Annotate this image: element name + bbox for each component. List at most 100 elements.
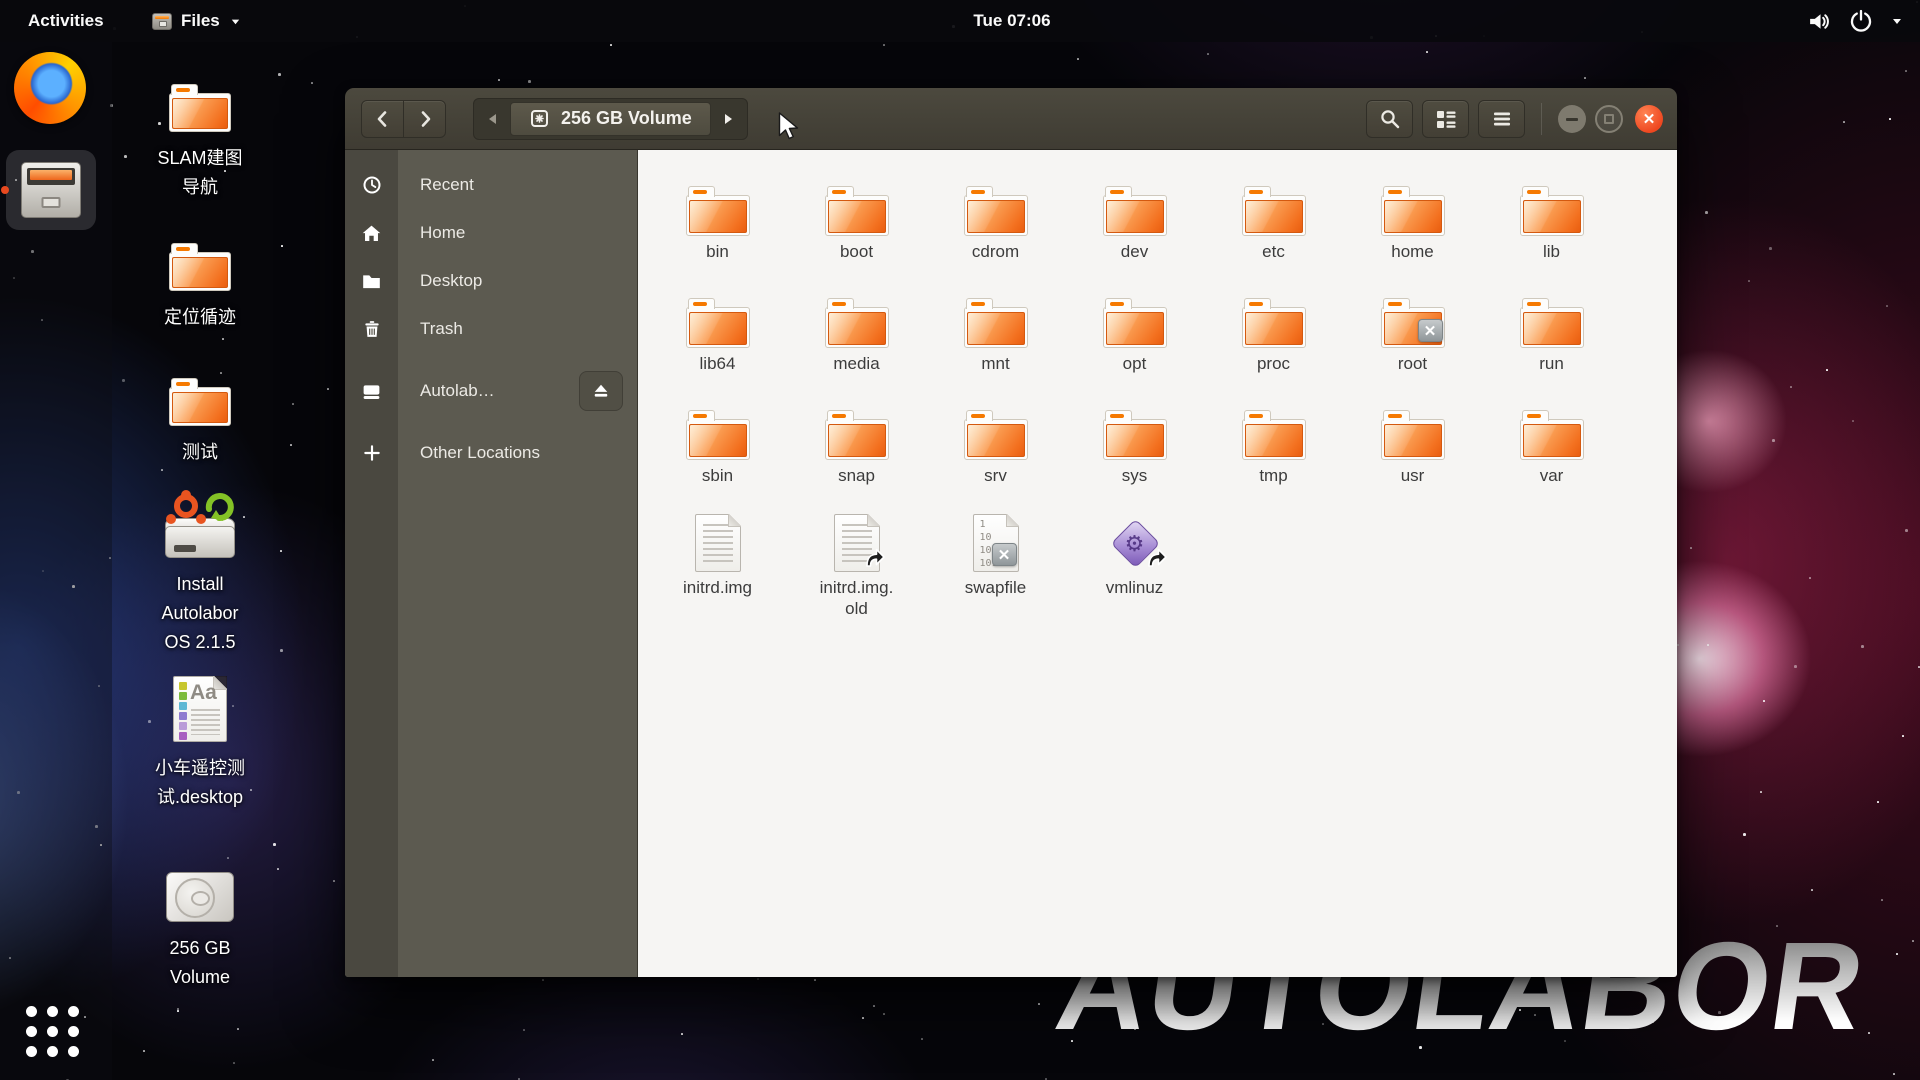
folder-icon — [345, 271, 398, 292]
file-item[interactable]: opt — [1065, 290, 1204, 402]
file-item[interactable]: ⚙vmlinuz — [1065, 514, 1204, 626]
file-name: lib — [1543, 241, 1560, 262]
folder-icon: ✕ — [1381, 290, 1445, 348]
file-item[interactable]: media — [787, 290, 926, 402]
app-menu-button[interactable]: Files — [152, 0, 242, 42]
chevron-down-icon — [1890, 14, 1904, 28]
tab-right-arrow[interactable] — [711, 112, 745, 126]
kernel-icon: ⚙ — [1108, 514, 1162, 572]
system-status-area[interactable] — [1807, 0, 1904, 42]
file-name: proc — [1257, 353, 1290, 374]
titlebar[interactable]: 256 GB Volume — [345, 88, 1677, 150]
file-name: bin — [706, 241, 729, 262]
header-actions: ✕ — [1366, 88, 1663, 150]
clock-icon — [345, 175, 398, 195]
firefox-launcher-icon[interactable] — [14, 52, 86, 124]
file-item[interactable]: proc — [1204, 290, 1343, 402]
folder-icon — [1103, 290, 1167, 348]
show-applications-button[interactable] — [26, 1006, 79, 1057]
file-item[interactable]: snap — [787, 402, 926, 514]
file-item[interactable]: cdrom — [926, 178, 1065, 290]
power-icon — [1849, 9, 1873, 33]
file-item[interactable]: 1 10 101 1010✕ swapfile — [926, 514, 1065, 626]
desktop-icon[interactable]: Install Autolabor OS 2.1.5 — [118, 492, 282, 656]
top-bar: Activities Files Tue 07:06 — [0, 0, 1920, 42]
file-name: root — [1398, 353, 1427, 374]
file-item[interactable]: lib64 — [648, 290, 787, 402]
current-location-button[interactable]: 256 GB Volume — [510, 102, 711, 136]
close-button[interactable]: ✕ — [1635, 105, 1663, 133]
file-name: dev — [1121, 241, 1148, 262]
file-name: mnt — [981, 353, 1009, 374]
file-name: home — [1391, 241, 1434, 262]
file-item[interactable]: lib — [1482, 178, 1621, 290]
folder-icon — [1520, 402, 1584, 460]
files-launcher[interactable] — [6, 150, 96, 230]
desktop: { "top_bar": { "activities_label": "Acti… — [0, 0, 1920, 1080]
file-item[interactable]: tmp — [1204, 402, 1343, 514]
tab-left-arrow[interactable] — [476, 112, 510, 126]
folder-icon — [686, 178, 750, 236]
file-name: initrd.img — [683, 577, 752, 598]
menu-button[interactable] — [1478, 100, 1525, 138]
sidebar-item-recent[interactable]: Recent — [345, 161, 637, 209]
folder-icon — [964, 290, 1028, 348]
eject-button[interactable] — [579, 371, 623, 411]
desktop-icon[interactable]: SLAM建图 导航 — [118, 84, 282, 202]
files-grid: bin bootcdrom dev etc home lib lib64media mnt op… — [637, 150, 1677, 977]
file-item[interactable]: home — [1343, 178, 1482, 290]
back-button[interactable] — [361, 100, 404, 138]
file-item[interactable]: sbin — [648, 402, 787, 514]
file-item[interactable]: ✕ root — [1343, 290, 1482, 402]
desktop-icon[interactable]: 256 GB Volume — [118, 872, 282, 992]
search-button[interactable] — [1366, 100, 1413, 138]
file-name: snap — [838, 465, 875, 486]
view-toggle-button[interactable] — [1422, 100, 1469, 138]
file-binary-icon: 1 10 101 1010✕ — [973, 514, 1019, 572]
triangle-left-icon — [486, 112, 500, 126]
maximize-button[interactable] — [1595, 105, 1623, 133]
activities-button[interactable]: Activities — [24, 0, 108, 42]
mouse-cursor — [778, 112, 802, 147]
folder-icon — [1381, 178, 1445, 236]
desktop-icon[interactable]: Aa小车遥控测 试.desktop — [118, 676, 282, 812]
file-item[interactable]: srv — [926, 402, 1065, 514]
file-text-icon — [695, 514, 741, 572]
file-name: swapfile — [965, 577, 1026, 598]
file-item[interactable]: dev — [1065, 178, 1204, 290]
forward-button[interactable] — [403, 100, 446, 138]
minimize-button[interactable] — [1558, 105, 1586, 133]
folder-icon — [1242, 290, 1306, 348]
folder-icon — [169, 378, 231, 426]
file-item[interactable]: boot — [787, 178, 926, 290]
plus-icon — [345, 443, 398, 463]
file-item[interactable]: initrd.img. old — [787, 514, 926, 626]
file-item[interactable]: var — [1482, 402, 1621, 514]
file-name: initrd.img. old — [820, 577, 894, 619]
no-access-emblem: ✕ — [992, 543, 1017, 566]
file-item[interactable]: mnt — [926, 290, 1065, 402]
sidebar-item-home[interactable]: Home — [345, 209, 637, 257]
file-item[interactable]: run — [1482, 290, 1621, 402]
folder-icon — [1103, 402, 1167, 460]
file-item[interactable]: bin — [648, 178, 787, 290]
file-item[interactable]: initrd.img — [648, 514, 787, 626]
sidebar-item-autolab-volume[interactable]: Autolab… — [345, 367, 637, 415]
file-item[interactable]: usr — [1343, 402, 1482, 514]
volume-icon — [1807, 9, 1832, 34]
desktop-icon[interactable]: 定位循迹 — [118, 243, 282, 332]
sidebar-item-desktop[interactable]: Desktop — [345, 257, 637, 305]
history-navigation — [361, 100, 446, 138]
file-item[interactable]: sys — [1065, 402, 1204, 514]
desktop-icon-label: SLAM建图 导航 — [157, 144, 242, 202]
file-item[interactable]: etc — [1204, 178, 1343, 290]
sidebar-item-trash[interactable]: Trash — [345, 305, 637, 353]
file-name: sbin — [702, 465, 733, 486]
clock[interactable]: Tue 07:06 — [973, 0, 1050, 42]
folder-icon — [1242, 402, 1306, 460]
symlink-emblem — [863, 546, 887, 570]
drive-icon — [345, 381, 398, 402]
desktop-icon[interactable]: 测试 — [118, 378, 282, 467]
file-name: run — [1539, 353, 1564, 374]
sidebar-item-other-locations[interactable]: Other Locations — [345, 429, 637, 477]
